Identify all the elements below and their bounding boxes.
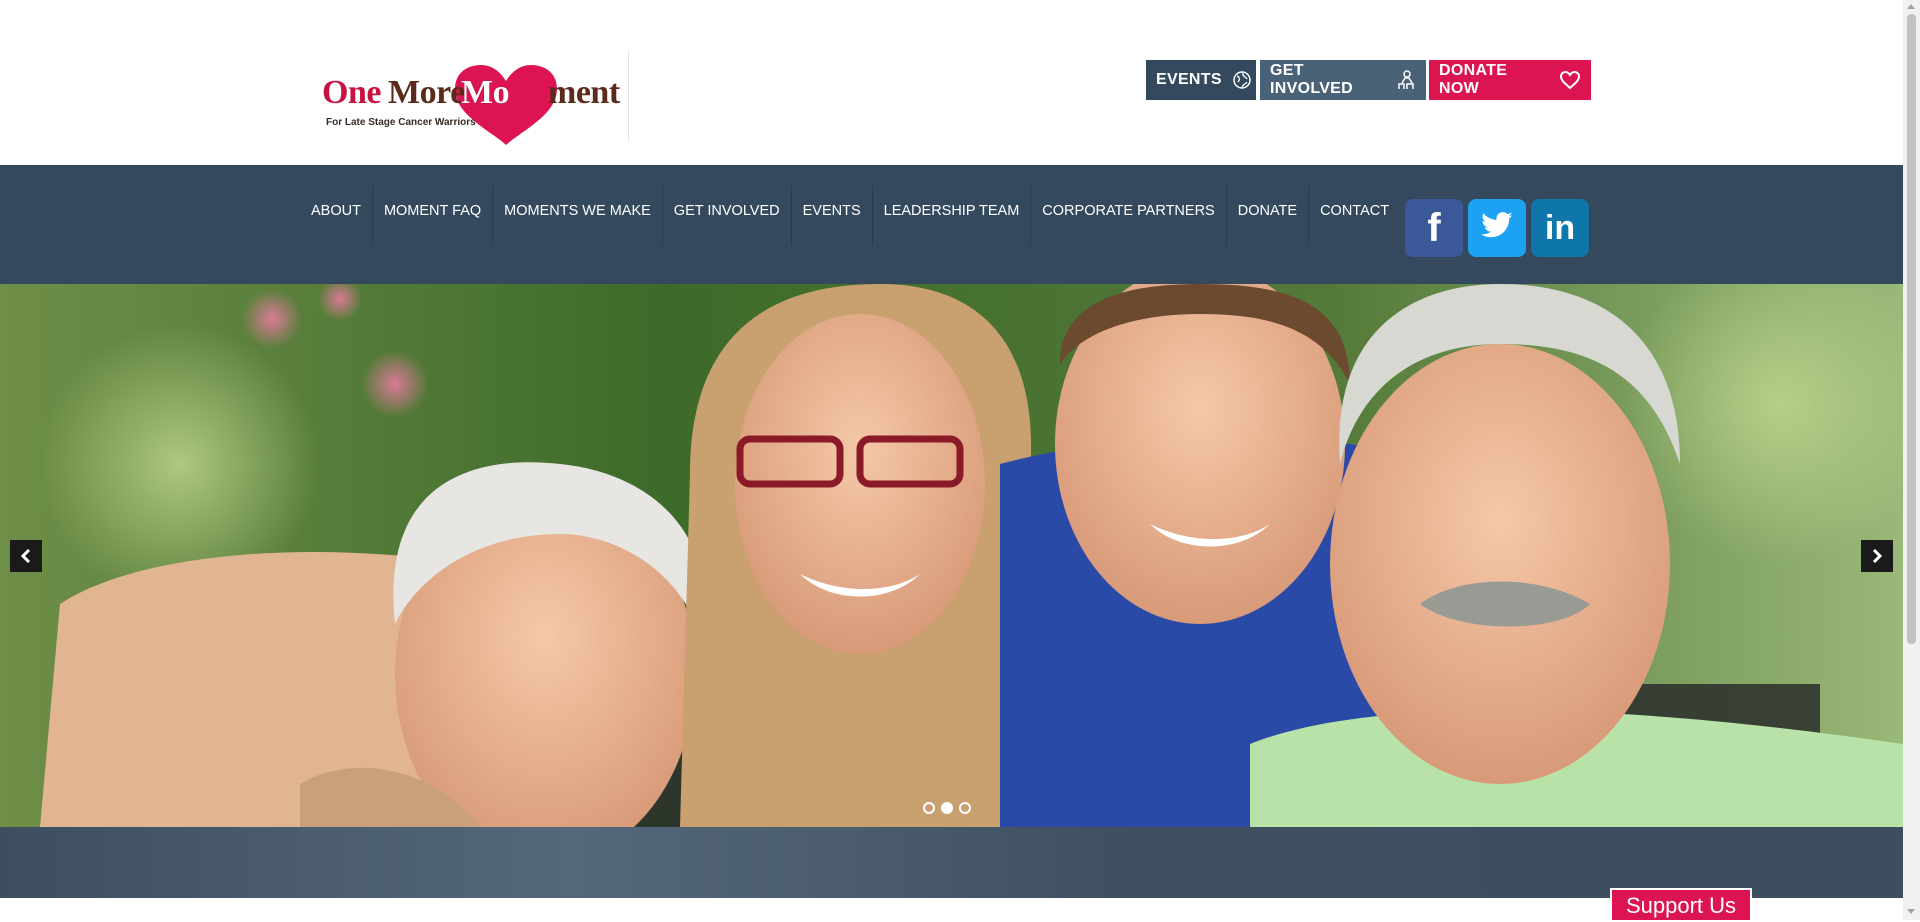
nav-item-get-involved[interactable]: GET INVOLVED (661, 185, 791, 245)
nav-item-events[interactable]: EVENTS (790, 185, 872, 245)
slider-dot-2[interactable] (941, 802, 953, 814)
logo-divider (628, 50, 629, 142)
support-us-button[interactable]: Support Us (1610, 888, 1752, 920)
facebook-link[interactable]: f (1405, 199, 1463, 257)
slider-dot-3[interactable] (959, 802, 971, 814)
nav-menu: ABOUT MOMENT FAQ MOMENTS WE MAKE GET INV… (300, 185, 1400, 245)
nav-item-about[interactable]: ABOUT (300, 185, 372, 245)
slider-next-button[interactable] (1861, 540, 1893, 572)
globe-icon (1232, 70, 1252, 90)
heart-outline-icon (1559, 70, 1581, 90)
site-logo[interactable]: One More Mo ment For Late Stage Cancer W… (318, 60, 620, 146)
chevron-right-icon (1872, 549, 1883, 563)
nav-item-donate[interactable]: DONATE (1225, 185, 1308, 245)
scroll-up-arrow-icon[interactable] (1907, 4, 1915, 9)
nav-item-corporate-partners[interactable]: CORPORATE PARTNERS (1030, 185, 1225, 245)
logo-word-one: One (322, 74, 381, 111)
scrollbar-thumb[interactable] (1907, 14, 1916, 644)
twitter-link[interactable] (1468, 199, 1526, 257)
site-header: One More Mo ment For Late Stage Cancer W… (0, 0, 1903, 165)
logo-word-mo: Mo (461, 74, 510, 111)
events-button-label: EVENTS (1156, 71, 1222, 88)
nav-item-contact[interactable]: CONTACT (1308, 185, 1400, 245)
hero-photo (0, 284, 1903, 827)
nav-item-leadership-team[interactable]: LEADERSHIP TEAM (871, 185, 1031, 245)
nav-item-moment-faq[interactable]: MOMENT FAQ (371, 185, 492, 245)
scroll-down-arrow-icon[interactable] (1907, 909, 1915, 914)
linkedin-link[interactable]: in (1531, 199, 1589, 257)
people-icon (1394, 69, 1416, 91)
logo-tagline: For Late Stage Cancer Warriors (326, 117, 476, 128)
donate-now-button-label: DONATE NOW (1439, 62, 1508, 97)
donate-now-button[interactable]: DONATE NOW (1429, 60, 1591, 100)
nav-item-moments-we-make[interactable]: MOMENTS WE MAKE (492, 185, 662, 245)
page-scrollbar[interactable] (1903, 0, 1920, 920)
main-navigation: ABOUT MOMENT FAQ MOMENTS WE MAKE GET INV… (0, 165, 1903, 284)
slider-dot-1[interactable] (923, 802, 935, 814)
logo-word-ment: ment (548, 74, 620, 111)
logo-word-more: More (388, 74, 465, 111)
get-involved-button[interactable]: GET INVOLVED (1260, 60, 1426, 100)
hero-slider[interactable] (0, 284, 1903, 827)
linkedin-icon: in (1544, 209, 1576, 247)
slider-pagination (923, 802, 971, 814)
chevron-left-icon (20, 549, 31, 563)
twitter-bird-icon (1480, 211, 1514, 246)
facebook-icon: f (1427, 206, 1441, 250)
get-involved-button-label: GET INVOLVED (1270, 62, 1354, 97)
events-button[interactable]: EVENTS (1146, 60, 1256, 100)
slider-prev-button[interactable] (10, 540, 42, 572)
